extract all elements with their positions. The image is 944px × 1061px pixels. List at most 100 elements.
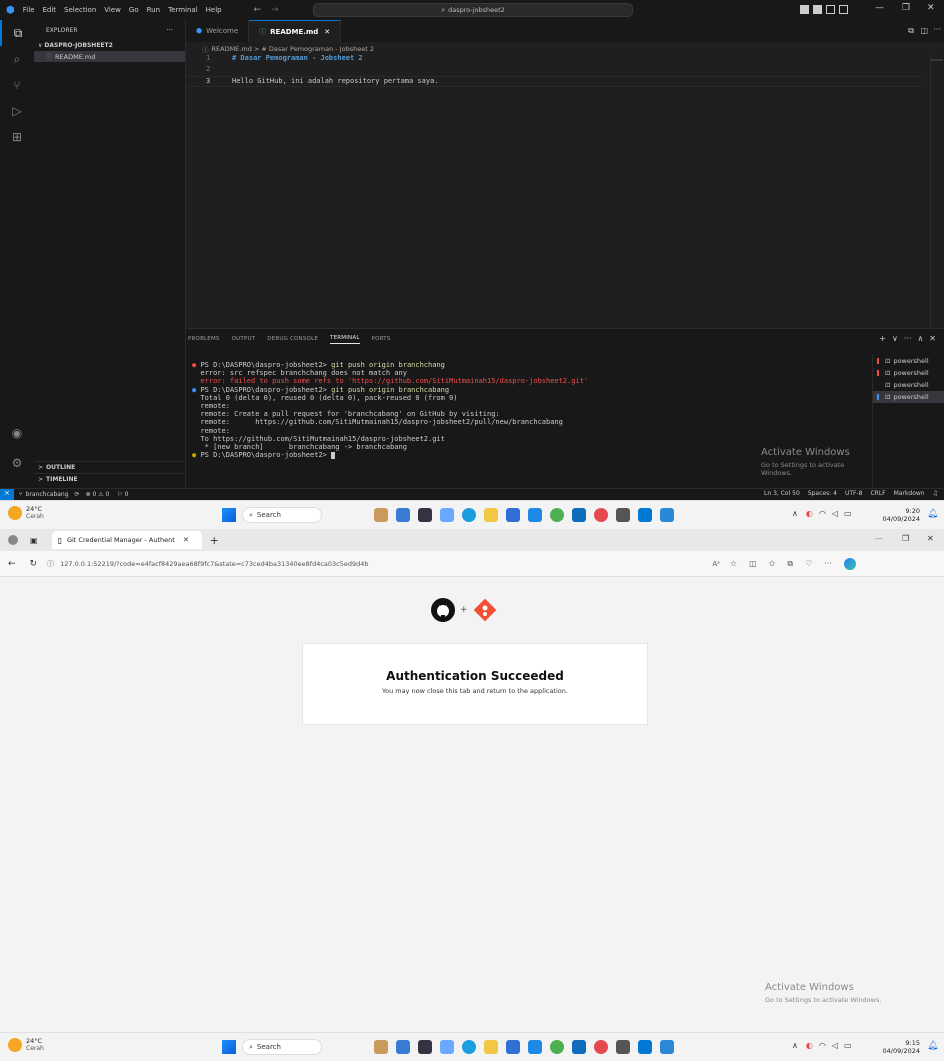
app-terminal-icon[interactable] — [616, 508, 630, 522]
app-edge-icon[interactable] — [462, 508, 476, 522]
sync-icon[interactable]: ⟳ — [75, 491, 80, 498]
status-problems[interactable]: ⊗ 0 ⚠ 0 — [86, 491, 110, 498]
extensions-icon[interactable]: ⊞ — [0, 124, 34, 150]
status-item[interactable]: Ln 3, Col 50 — [764, 490, 800, 497]
copilot-icon[interactable] — [843, 557, 856, 570]
app-people-icon[interactable] — [374, 508, 388, 522]
chevron-up-icon[interactable]: ∧ — [792, 509, 798, 518]
panel-more-icon[interactable]: ··· — [904, 334, 912, 343]
app-file-explorer-icon[interactable] — [484, 508, 498, 522]
clock[interactable]: 9:15 04/09/2024 — [880, 1039, 920, 1055]
terminal-dropdown-icon[interactable]: ∨ — [892, 334, 898, 343]
maximize-panel-icon[interactable]: ∧ — [917, 334, 923, 343]
editor-more-icon[interactable]: ··· — [933, 25, 941, 34]
app-mail-icon[interactable] — [528, 1040, 542, 1054]
browser-tab[interactable]: ▯ Git Credential Manager - Authent ✕ — [51, 531, 202, 549]
restore-icon[interactable]: ❐ — [902, 3, 910, 13]
app-chrome-icon[interactable] — [550, 1040, 564, 1054]
toggle-sidebar-icon[interactable] — [800, 5, 809, 14]
line-2[interactable]: 2 — [186, 65, 924, 75]
notification-bell-icon[interactable]: 🔔︎ — [927, 1041, 938, 1051]
source-control-icon[interactable]: ⑂ — [0, 72, 34, 98]
more-actions-icon[interactable]: ··· — [166, 26, 173, 34]
close-panel-icon[interactable]: ✕ — [929, 334, 936, 343]
browser-minimize-icon[interactable]: — — [875, 534, 883, 543]
app-photos-icon[interactable] — [594, 1040, 608, 1054]
app-vscode-icon[interactable] — [638, 1040, 652, 1054]
app-extra-icon[interactable] — [660, 508, 674, 522]
profile-avatar[interactable] — [8, 535, 18, 545]
weather-widget[interactable]: 24°C Cerah — [8, 1037, 44, 1053]
timeline-section[interactable]: > TIMELINE — [34, 473, 186, 485]
menu-item-file[interactable]: File — [23, 6, 35, 14]
app-copilot-icon[interactable] — [396, 508, 410, 522]
tray-app-icon[interactable]: ◐ — [806, 1041, 813, 1050]
browser-restore-icon[interactable]: ❐ — [902, 534, 909, 543]
menu-item-selection[interactable]: Selection — [64, 6, 96, 14]
customize-layout-icon[interactable] — [839, 5, 848, 14]
battery-icon[interactable]: ▭ — [844, 1041, 852, 1050]
status-branch[interactable]: branchcabang — [26, 491, 69, 498]
panel-tab-ports[interactable]: PORTS — [372, 336, 391, 342]
close-tab-icon[interactable]: ✕ — [324, 28, 330, 36]
notification-bell-icon[interactable]: 🔔︎ — [927, 509, 938, 519]
line-3[interactable]: 3 Hello GitHub, ini adalah repository pe… — [186, 76, 924, 87]
terminal-instance[interactable]: ⊡ powershell — [873, 367, 944, 379]
site-info-icon[interactable]: ⓘ — [47, 559, 54, 569]
status-item[interactable]: CRLF — [870, 490, 885, 497]
split-screen-icon[interactable]: ◫ — [749, 559, 757, 568]
file-item-readme[interactable]: ⓘ README.md — [34, 51, 185, 62]
tray-app-icon[interactable]: ◐ — [806, 509, 813, 518]
breadcrumb[interactable]: ⓘ README.md > # Dasar Pemograman - Jobsh… — [202, 44, 374, 54]
app-taskview-icon[interactable] — [418, 508, 432, 522]
outline-section[interactable]: > OUTLINE — [34, 461, 186, 473]
menu-item-terminal[interactable]: Terminal — [168, 6, 198, 14]
windows-start-icon[interactable] — [222, 508, 236, 522]
terminal-instance[interactable]: ⊡ powershell — [873, 379, 944, 391]
app-outlook-icon[interactable] — [572, 508, 586, 522]
wifi-icon[interactable]: ◠ — [819, 509, 826, 518]
app-vscode-icon[interactable] — [638, 508, 652, 522]
tab-actions-icon[interactable]: ▣ — [30, 536, 38, 545]
back-arrow-icon[interactable]: ← — [254, 5, 262, 15]
taskbar-search[interactable]: ⌕ Search — [242, 1039, 322, 1055]
read-aloud-icon[interactable]: Aᵃ — [712, 560, 720, 568]
close-tab-icon[interactable]: ✕ — [183, 536, 189, 544]
terminal-instance[interactable]: ⊡ powershell — [873, 391, 944, 403]
wifi-icon[interactable]: ◠ — [819, 1041, 826, 1050]
app-outlook-icon[interactable] — [572, 1040, 586, 1054]
weather-widget[interactable]: 24°C Cerah — [8, 505, 44, 521]
volume-icon[interactable]: ◁ — [832, 1041, 838, 1050]
tab-readme[interactable]: ⓘ README.md ✕ — [249, 20, 342, 42]
explorer-icon[interactable]: ⧉ — [0, 20, 34, 46]
close-window-icon[interactable]: ✕ — [927, 3, 935, 13]
search-view-icon[interactable]: ⌕ — [0, 46, 34, 72]
menu-item-view[interactable]: View — [104, 6, 121, 14]
reload-icon[interactable]: ↻ — [30, 559, 38, 569]
app-store-icon[interactable] — [506, 1040, 520, 1054]
app-widget-icon[interactable] — [440, 508, 454, 522]
panel-tab-terminal[interactable]: TERMINAL — [330, 335, 360, 344]
app-terminal-icon[interactable] — [616, 1040, 630, 1054]
favorites-icon[interactable]: ✩ — [769, 559, 776, 568]
new-terminal-icon[interactable]: + — [879, 334, 886, 343]
app-mail-icon[interactable] — [528, 508, 542, 522]
toggle-panel-icon[interactable] — [813, 5, 822, 14]
battery-icon[interactable]: ▭ — [844, 509, 852, 518]
menu-item-go[interactable]: Go — [129, 6, 139, 14]
run-debug-icon[interactable]: ▷ — [0, 98, 34, 124]
minimize-icon[interactable]: — — [875, 3, 884, 13]
line-1[interactable]: 1 # Dasar Pemograman - Jobsheet 2 — [186, 54, 924, 64]
new-tab-button[interactable]: + — [210, 534, 219, 547]
volume-icon[interactable]: ◁ — [832, 509, 838, 518]
terminal-instance[interactable]: ⊡ powershell — [873, 355, 944, 367]
open-preview-icon[interactable]: ⧉ — [908, 26, 914, 36]
app-photos-icon[interactable] — [594, 508, 608, 522]
app-chrome-icon[interactable] — [550, 508, 564, 522]
notifications-icon[interactable]: ♫ — [933, 490, 938, 497]
clock[interactable]: 9:20 04/09/2024 — [880, 507, 920, 523]
command-center-search[interactable]: ⌕ daspro-jobsheet2 — [313, 3, 633, 17]
toggle-secondary-sidebar-icon[interactable] — [826, 5, 835, 14]
windows-start-icon[interactable] — [222, 1040, 236, 1054]
taskbar-search[interactable]: ⌕ Search — [242, 507, 322, 523]
